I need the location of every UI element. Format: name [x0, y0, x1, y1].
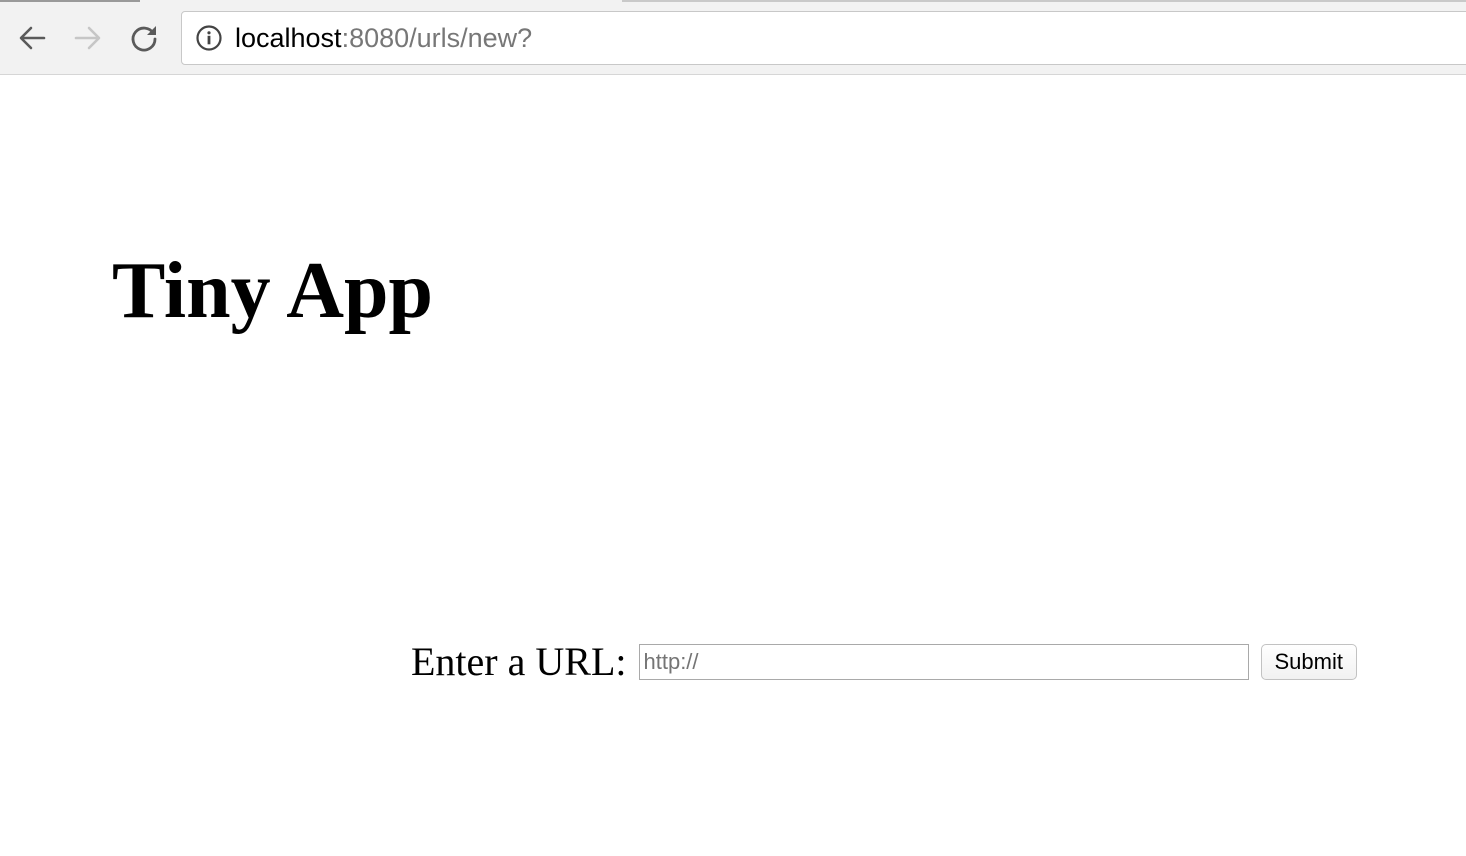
tab-strip-edge	[0, 0, 140, 2]
new-url-form: Enter a URL: Submit	[411, 637, 1357, 687]
url-host: localhost	[235, 23, 342, 53]
info-icon[interactable]	[196, 25, 222, 51]
forward-arrow-icon	[74, 26, 101, 50]
tab-strip-edge	[622, 0, 1466, 2]
address-text[interactable]: localhost:8080/urls/new?	[235, 21, 532, 55]
url-field-label: Enter a URL:	[411, 639, 627, 684]
browser-toolbar: localhost:8080/urls/new?	[0, 0, 1466, 75]
reload-button[interactable]	[126, 20, 162, 56]
page-title: Tiny App	[112, 247, 433, 335]
forward-button[interactable]	[70, 20, 106, 56]
reload-icon	[131, 26, 157, 52]
url-input[interactable]	[638, 644, 1249, 680]
address-bar[interactable]: localhost:8080/urls/new?	[181, 11, 1466, 65]
submit-button[interactable]: Submit	[1260, 644, 1357, 680]
url-path: :8080/urls/new?	[341, 23, 533, 53]
back-arrow-icon	[19, 26, 46, 50]
back-button[interactable]	[14, 20, 50, 56]
